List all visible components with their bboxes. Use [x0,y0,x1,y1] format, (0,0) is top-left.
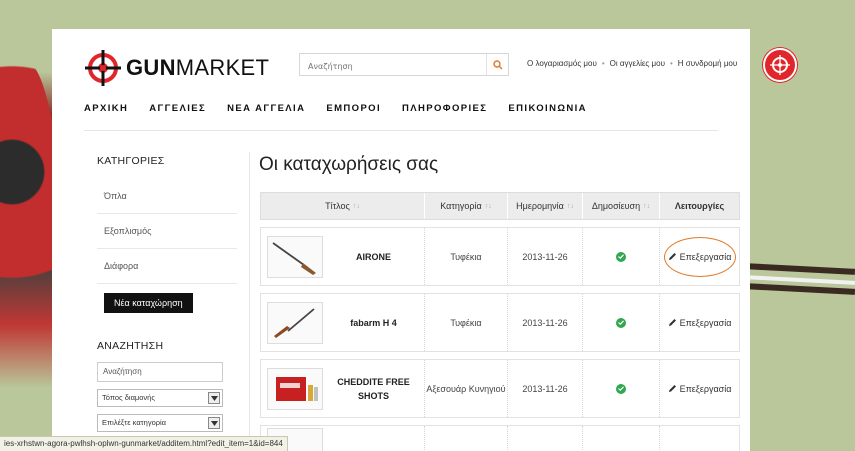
categories-title: ΚΑΤΗΓΟΡΙΕΣ [97,155,165,167]
item-title[interactable]: fabarm H 4 [323,316,424,330]
location-select-value: Τόπος διαμονής [102,393,155,402]
search-icon [492,59,502,69]
sidebar: ΚΑΤΗΓΟΡΙΕΣ Όπλα Εξοπλισμός Διάφορα Νέα κ… [97,155,237,432]
site-logo[interactable]: GUNMARKET [84,49,269,87]
category-select-value: Επιλέξτε κατηγορία [102,418,167,427]
listings-table: Τίτλος ↑↓ Κατηγορία ↑↓ Ημερομηνία ↑↓ Δημοσί… [260,192,740,451]
sidebar-search-input[interactable]: Αναζήτηση [97,362,223,382]
item-date: 2013-11-26 [508,360,583,417]
crosshair-icon [770,55,790,75]
page-title: Οι καταχωρήσεις σας [259,154,439,175]
published-check-icon[interactable] [616,383,626,394]
item-thumbnail[interactable] [267,235,323,278]
browser-status-bar: ies-xrhstwn-agora-pwlhsh-oplwn-gunmarket… [0,436,288,451]
crosshair-badge[interactable] [763,48,797,82]
item-category: Αξεσουάρ Κυνηγιού [425,360,508,417]
table-row: AIRONE Τυφέκια 2013-11-26 Επεξεργασία [260,227,740,286]
col-date[interactable]: Ημερομηνία ↑↓ [508,193,583,219]
item-category: Τυφέκια [425,228,508,285]
table-row [260,425,740,451]
table-row: fabarm H 4 Τυφέκια 2013-11-26 Επεξεργασί… [260,293,740,352]
nav-merchants[interactable]: ΕΜΠΟΡΟΙ [326,103,381,114]
header-search [299,53,509,77]
logo-text: GUNMARKET [126,55,270,80]
edit-button[interactable]: Επεξεργασία [668,382,731,396]
background-art-right [744,260,855,300]
pencil-icon [668,319,676,326]
table-header: Τίτλος ↑↓ Κατηγορία ↑↓ Ημερομηνία ↑↓ Δημοσί… [260,192,740,220]
header-search-input[interactable] [300,56,485,77]
item-category: Τυφέκια [425,294,508,351]
item-date: 2013-11-26 [508,294,583,351]
table-row: CHEDDITE FREE SHOTS Αξεσουάρ Κυνηγιού 20… [260,359,740,418]
nav-new-ad[interactable]: ΝΕΑ ΑΓΓΕΛΙΑ [227,103,305,114]
published-check-icon[interactable] [616,317,626,328]
separator: • [669,59,673,68]
content-divider [249,152,250,451]
chevron-down-icon [208,392,220,404]
nav-home[interactable]: ΑΡΧΙΚΗ [84,103,128,114]
item-title[interactable]: CHEDDITE FREE SHOTS [323,375,424,403]
category-select[interactable]: Επιλέξτε κατηγορία [97,414,223,432]
category-weapons[interactable]: Όπλα [97,179,237,214]
nav-contact[interactable]: ΕΠΙΚΟΙΝΩΝΙΑ [508,103,587,114]
search-button[interactable] [486,54,508,75]
main-nav: ΑΡΧΙΚΗ ΑΓΓΕΛΙΕΣ ΝΕΑ ΑΓΓΕΛΙΑ ΕΜΠΟΡΟΙ ΠΛΗΡ… [84,103,608,114]
search-title: ΑΝΑΖΗΤΗΣΗ [97,340,164,352]
crosshair-icon [84,49,122,87]
shotgun-image [272,241,316,275]
page-container: GUNMARKET Ο λογαριασμός μου • Οι αγγελίε… [52,29,750,451]
new-listing-button[interactable]: Νέα καταχώρηση [104,293,193,313]
link-my-account[interactable]: Ο λογαριασμός μου [527,59,597,68]
item-thumbnail[interactable] [267,301,323,344]
col-title[interactable]: Τίτλος ↑↓ [261,193,425,219]
category-equipment[interactable]: Εξοπλισμός [97,214,237,249]
nav-info[interactable]: ΠΛΗΡΟΦΟΡΙΕΣ [402,103,487,114]
account-links: Ο λογαριασμός μου • Οι αγγελίες μου • Η … [527,59,737,68]
nav-ads[interactable]: ΑΓΓΕΛΙΕΣ [149,103,206,114]
col-actions: Λειτουργίες [674,201,725,211]
link-my-ads[interactable]: Οι αγγελίες μου [610,59,665,68]
location-select[interactable]: Τόπος διαμονής [97,389,223,407]
link-my-subscription[interactable]: Η συνδρομή μου [678,59,737,68]
category-misc[interactable]: Διάφορα [97,249,237,284]
pencil-icon [668,385,676,392]
separator: • [601,59,605,68]
ammo-box-image [276,376,318,401]
item-title[interactable]: AIRONE [323,250,424,264]
category-list: Όπλα Εξοπλισμός Διάφορα [97,179,237,284]
chevron-down-icon [208,417,220,429]
col-published[interactable]: Δημοσίευση ↑↓ [583,193,660,219]
shotgun-image [274,307,315,338]
edit-button[interactable]: Επεξεργασία [668,316,731,330]
published-check-icon[interactable] [616,251,626,262]
col-category[interactable]: Κατηγορία ↑↓ [425,193,508,219]
nav-divider [84,130,718,131]
item-date: 2013-11-26 [508,228,583,285]
highlight-circle [663,236,736,277]
item-thumbnail[interactable] [267,367,323,410]
